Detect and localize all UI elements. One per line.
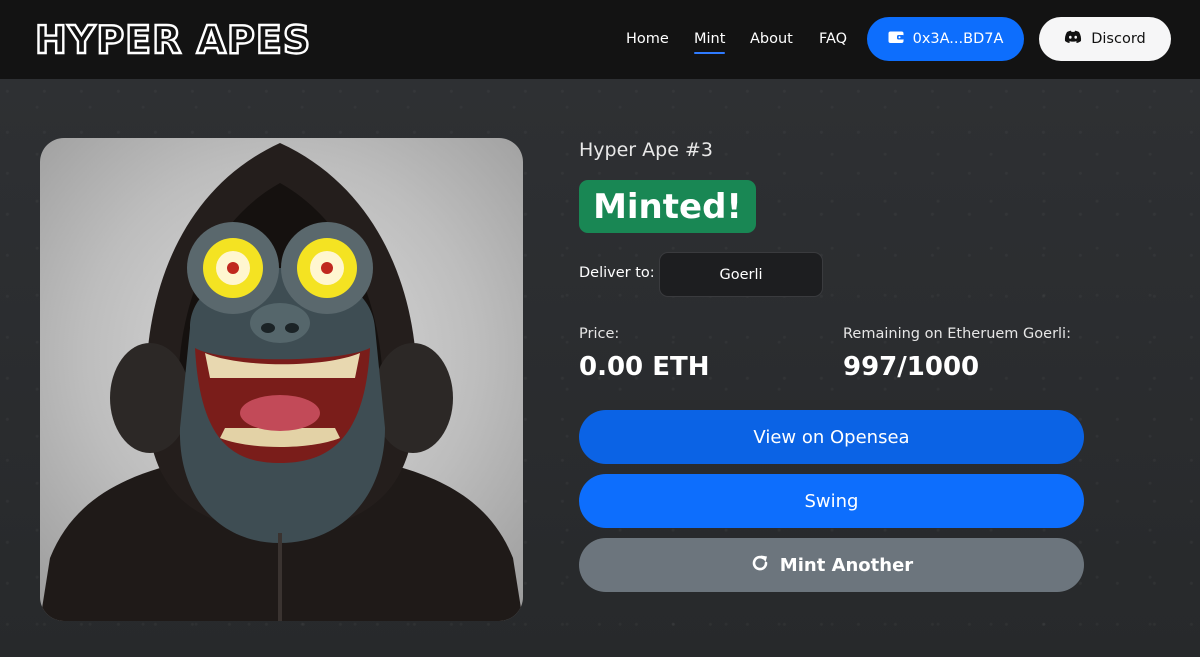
deliver-label: Deliver to: xyxy=(579,265,655,281)
nav-about[interactable]: About xyxy=(750,30,793,48)
remaining-value: 997/1000 xyxy=(843,352,980,382)
wallet-button[interactable]: 0x3A...BD7A xyxy=(867,17,1024,61)
nav-faq[interactable]: FAQ xyxy=(819,30,847,48)
navbar: HYPER APES Home Mint About FAQ 0x3A...BD… xyxy=(0,0,1200,79)
site-logo[interactable]: HYPER APES xyxy=(34,17,312,63)
opensea-button-label: View on Opensea xyxy=(753,426,910,448)
mint-another-button[interactable]: Mint Another xyxy=(579,538,1084,592)
wallet-icon xyxy=(888,30,904,48)
remaining-label: Remaining on Etheruem Goerli: xyxy=(843,326,1071,342)
price-label: Price: xyxy=(579,326,620,342)
discord-button[interactable]: Discord xyxy=(1039,17,1171,61)
minted-status-badge: Minted! xyxy=(579,180,756,233)
nft-image xyxy=(40,138,523,621)
discord-label: Discord xyxy=(1091,31,1146,47)
mint-another-label: Mint Another xyxy=(779,554,914,576)
nav-home[interactable]: Home xyxy=(626,30,669,48)
network-selector[interactable]: Goerli xyxy=(659,252,823,297)
refresh-icon xyxy=(750,553,770,578)
nav-mint[interactable]: Mint xyxy=(694,30,726,54)
token-name: Hyper Ape #3 xyxy=(579,139,713,161)
view-on-opensea-button[interactable]: View on Opensea xyxy=(579,410,1084,464)
swing-button-label: Swing xyxy=(804,490,859,512)
discord-icon xyxy=(1064,30,1082,48)
price-value: 0.00 ETH xyxy=(579,352,710,382)
swing-button[interactable]: Swing xyxy=(579,474,1084,528)
wallet-address: 0x3A...BD7A xyxy=(912,31,1004,47)
